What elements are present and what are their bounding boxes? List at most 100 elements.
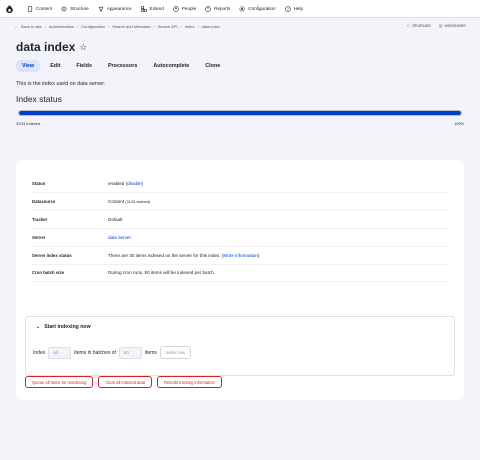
batches-label: items in batches of bbox=[74, 349, 116, 356]
toolbar-help-label: Help bbox=[293, 6, 304, 11]
status-row: Status enabled (disable) bbox=[32, 181, 448, 193]
tracker-value: Default bbox=[108, 217, 123, 222]
datasource-row: Datasource Content (31/31 indexed) bbox=[32, 199, 448, 211]
tab-processors[interactable]: Processors bbox=[102, 60, 143, 72]
reports-icon bbox=[205, 5, 211, 12]
more-information-link[interactable]: More information bbox=[223, 253, 257, 258]
star-icon[interactable]: ☆ bbox=[79, 42, 87, 53]
cron-batch-label: Cron batch size bbox=[32, 270, 64, 275]
cron-batch-value: During cron runs, 50 items will be index… bbox=[108, 270, 215, 275]
toolbar-people-label: People bbox=[181, 6, 197, 11]
breadcrumb-separator: / bbox=[153, 23, 155, 29]
index-form: Index all items in batches of 50 items I… bbox=[33, 346, 191, 359]
server-index-status-label: Server index status bbox=[32, 253, 72, 258]
index-details-card: Status enabled (disable) Datasource Cont… bbox=[16, 160, 464, 400]
toolbar-people[interactable]: People bbox=[173, 5, 197, 12]
gear-icon bbox=[239, 5, 245, 12]
disable-link[interactable]: disable bbox=[127, 181, 142, 186]
user-account-link[interactable]: ◎ webmaster bbox=[439, 23, 466, 29]
index-progress-fill bbox=[19, 111, 461, 115]
breadcrumb: ← Back to site / Administration / Config… bbox=[14, 24, 220, 29]
user-name: webmaster bbox=[444, 23, 466, 28]
server-index-status-cell: There are 30 items indexed on the server… bbox=[108, 253, 260, 258]
breadcrumb-item[interactable]: Search API bbox=[158, 24, 178, 29]
indexed-count: 31/31 indexed bbox=[16, 122, 40, 126]
server-index-status-value: There are 30 items indexed on the server… bbox=[108, 253, 221, 258]
toolbar-extend-label: Extend bbox=[149, 6, 164, 11]
toolbar-structure-label: Structure bbox=[70, 6, 89, 11]
breadcrumb-item[interactable]: Administration bbox=[49, 24, 74, 29]
status-label: Status bbox=[32, 181, 46, 186]
toolbar-extend[interactable]: Extend bbox=[140, 5, 164, 12]
clear-indexed-data-button[interactable]: Clear all indexed data bbox=[98, 376, 152, 388]
server-index-status-row: Server index status There are 30 items i… bbox=[32, 253, 448, 265]
breadcrumb-separator: / bbox=[197, 23, 199, 29]
arrow-left-icon: ← bbox=[14, 23, 18, 29]
shortcuts-link[interactable]: ☆ Shortcuts bbox=[406, 23, 430, 29]
status-value-cell: enabled (disable) bbox=[108, 181, 144, 186]
server-row: Server data server bbox=[32, 235, 448, 247]
admin-toolbar: Content Structure Appearance Extend Peop… bbox=[0, 0, 480, 18]
queue-reindex-button[interactable]: Queue all items for reindexing bbox=[25, 376, 94, 388]
tab-edit[interactable]: Edit bbox=[44, 60, 66, 72]
start-indexing-summary-label: Start indexing now bbox=[44, 324, 91, 330]
breadcrumb-separator: / bbox=[77, 23, 79, 29]
datasource-value: Content bbox=[108, 199, 125, 204]
star-icon: ☆ bbox=[406, 23, 411, 28]
start-indexing-summary[interactable]: ⌄ Start indexing now bbox=[36, 324, 91, 330]
tab-autocomplete[interactable]: Autocomplete bbox=[147, 60, 195, 72]
toolbar-reports[interactable]: Reports bbox=[205, 5, 231, 12]
toolbar-content-label: Content bbox=[36, 6, 53, 11]
datasource-value-cell: Content (31/31 indexed) bbox=[108, 199, 448, 204]
breadcrumb-current: data index bbox=[201, 23, 221, 29]
toolbar-reports-label: Reports bbox=[214, 6, 231, 11]
document-icon bbox=[27, 5, 33, 12]
breadcrumb-item[interactable]: Index bbox=[185, 24, 195, 29]
index-now-button[interactable]: Index now bbox=[159, 346, 191, 359]
breadcrumb-item[interactable]: Configuration bbox=[81, 24, 105, 29]
index-label: Index bbox=[33, 349, 46, 356]
tab-view[interactable]: View bbox=[16, 60, 41, 72]
toolbar-configuration[interactable]: Configuration bbox=[239, 5, 276, 12]
danger-actions: Queue all items for reindexing Clear all… bbox=[25, 376, 222, 388]
tabs: View Edit Fields Processors Autocomplete… bbox=[16, 60, 226, 72]
people-icon bbox=[173, 5, 179, 12]
user-menu: ☆ Shortcuts ◎ webmaster bbox=[406, 18, 466, 34]
structure-icon bbox=[61, 6, 67, 11]
items-label: items bbox=[144, 349, 157, 356]
index-status-heading: Index status bbox=[16, 94, 62, 104]
tracker-row: Tracker Default bbox=[32, 217, 448, 229]
toolbar-structure[interactable]: Structure bbox=[61, 6, 89, 12]
breadcrumb-bar: ← Back to site / Administration / Config… bbox=[0, 18, 480, 34]
index-limit-input[interactable]: all bbox=[48, 346, 72, 359]
user-icon: ◎ bbox=[438, 23, 443, 28]
start-indexing-details: ⌄ Start indexing now Index all items in … bbox=[25, 316, 455, 376]
server-link[interactable]: data server bbox=[108, 235, 448, 240]
toolbar-content[interactable]: Content bbox=[27, 5, 53, 12]
toolbar-help[interactable]: ? Help bbox=[284, 5, 304, 12]
indexed-percent: 100% bbox=[454, 122, 464, 126]
appearance-icon bbox=[98, 6, 103, 12]
page-title-text: data index bbox=[16, 40, 76, 54]
rebuild-tracking-button[interactable]: Rebuild tracking information bbox=[157, 376, 222, 388]
breadcrumb-item[interactable]: Search and Metadata bbox=[112, 24, 150, 29]
help-icon: ? bbox=[284, 5, 291, 12]
breadcrumb-separator: / bbox=[44, 23, 46, 29]
drupal-logo-icon[interactable] bbox=[0, 0, 18, 18]
breadcrumb-separator: / bbox=[180, 23, 182, 29]
datasource-count: (31/31 indexed) bbox=[125, 200, 151, 204]
page-title: data index ☆ bbox=[16, 40, 87, 54]
chevron-down-icon: ⌄ bbox=[36, 324, 41, 330]
toolbar-appearance-label: Appearance bbox=[106, 6, 132, 11]
tracker-label: Tracker bbox=[32, 217, 48, 222]
batch-size-input[interactable]: 50 bbox=[118, 346, 142, 359]
back-to-site-link[interactable]: Back to site bbox=[21, 24, 42, 29]
breadcrumb-separator: / bbox=[108, 23, 110, 29]
toolbar-configuration-label: Configuration bbox=[248, 6, 276, 11]
shortcuts-label: Shortcuts bbox=[412, 23, 431, 28]
tab-clone[interactable]: Clone bbox=[199, 60, 226, 72]
tab-fields[interactable]: Fields bbox=[70, 60, 98, 72]
toolbar-appearance[interactable]: Appearance bbox=[98, 6, 132, 12]
index-description: This is the index used on data server. bbox=[16, 81, 106, 87]
extend-icon bbox=[140, 5, 147, 12]
